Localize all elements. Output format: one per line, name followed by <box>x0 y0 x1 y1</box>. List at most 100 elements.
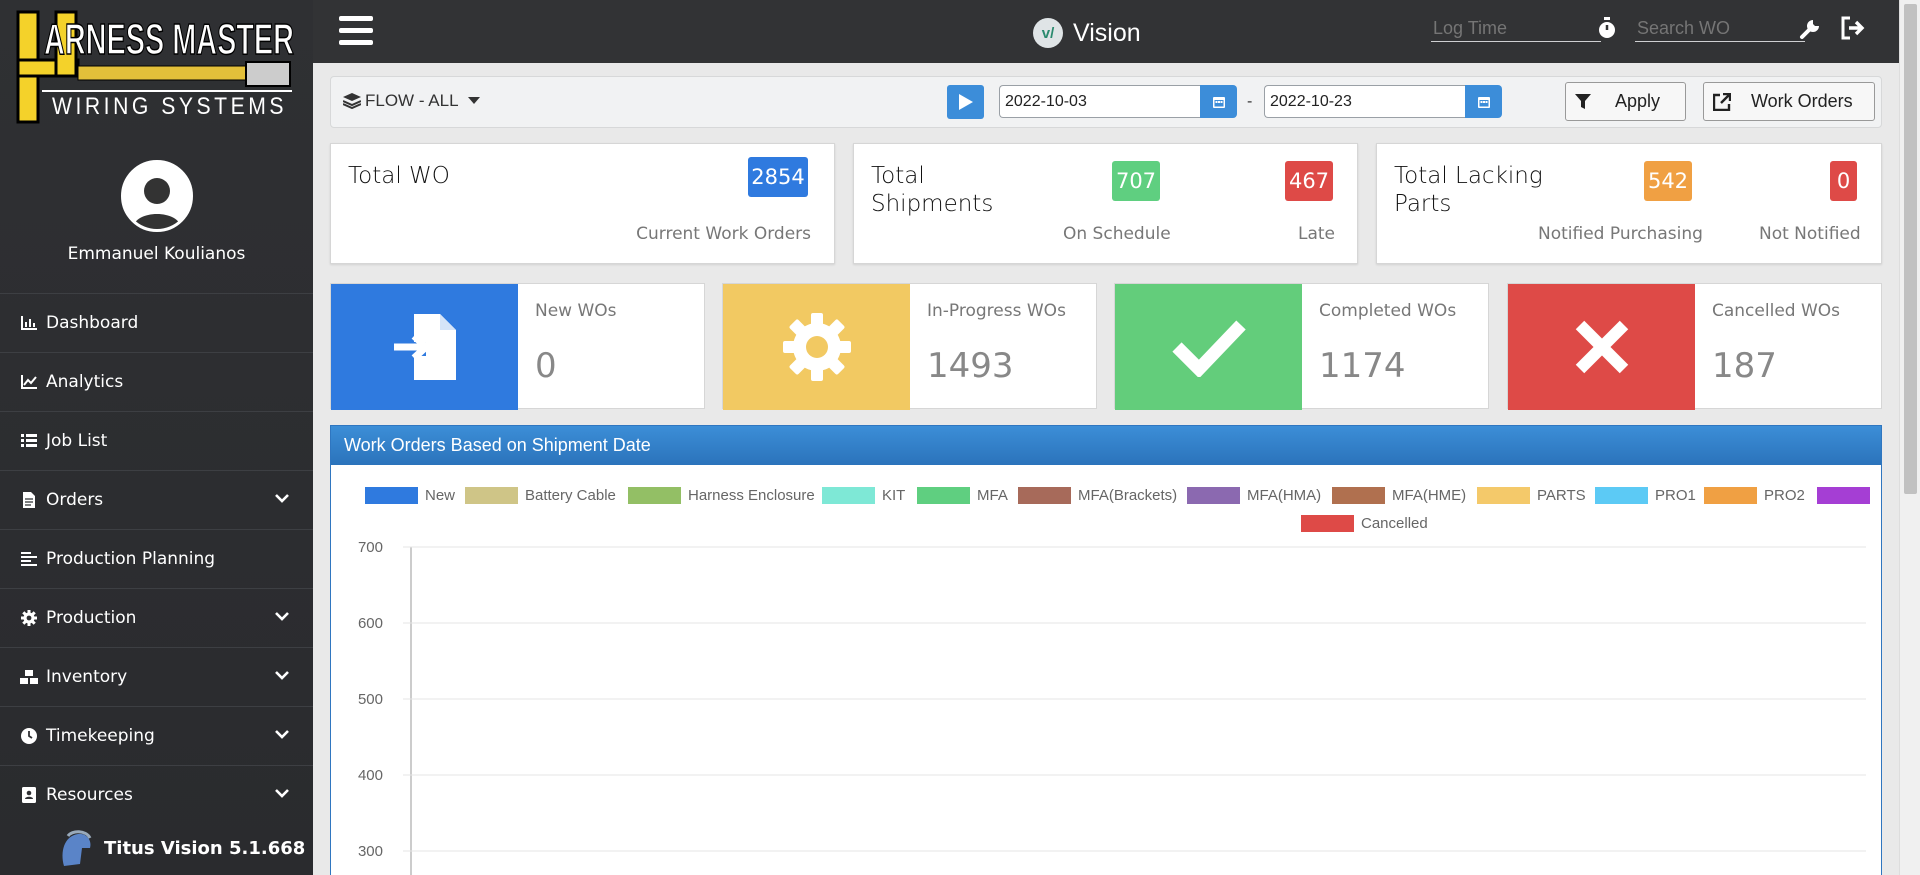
avatar[interactable] <box>120 160 193 232</box>
sidebar-item-label: Analytics <box>46 372 124 392</box>
sidebar-item-label: Orders <box>46 490 104 510</box>
y-tick-label: 600 <box>358 615 383 632</box>
boxes-icon <box>20 668 38 686</box>
late-label: Late <box>1298 224 1336 244</box>
layers-icon <box>343 93 361 109</box>
end-date-picker <box>1264 85 1502 118</box>
top-navbar: v/ Vision <box>313 0 1899 63</box>
user-profile: Emmanuel Koulianos <box>0 160 313 264</box>
wrench-icon[interactable] <box>1797 14 1825 42</box>
sidebar-item-production[interactable]: Production <box>0 588 313 647</box>
lacking-parts-card[interactable]: Total Lacking Parts 542 Notified Purchasi… <box>1376 143 1882 264</box>
chevron-down-icon <box>275 494 289 503</box>
stopwatch-icon[interactable] <box>1593 14 1621 42</box>
tile-value: 1174 <box>1319 346 1406 386</box>
work-orders-chart-panel: Work Orders Based on Shipment Date New Ba… <box>330 425 1882 875</box>
chevron-down-icon <box>275 730 289 739</box>
app-version: Titus Vision 5.1.668 <box>0 822 313 875</box>
cog-icon <box>723 284 910 410</box>
chart-area: 700 600 500 400 300 <box>358 539 1866 875</box>
sidebar-item-production-planning[interactable]: Production Planning <box>0 529 313 588</box>
address-book-icon <box>20 786 38 804</box>
app-brand: v/ Vision <box>1033 18 1141 48</box>
chart-bar-icon <box>20 314 38 332</box>
notified-purchasing-badge: 542 <box>1644 161 1692 201</box>
log-time-input[interactable] <box>1431 16 1601 42</box>
sidebar-item-label: Production Planning <box>46 549 216 569</box>
tile-value: 187 <box>1712 346 1777 386</box>
y-tick-label: 500 <box>358 691 383 708</box>
end-date-input[interactable] <box>1264 85 1465 118</box>
flow-dropdown[interactable]: FLOW - ALL <box>343 91 480 111</box>
search-wo-input[interactable] <box>1635 16 1805 42</box>
sidebar-item-dashboard[interactable]: Dashboard <box>0 293 313 352</box>
card-title: Total Lacking Parts <box>1394 163 1543 217</box>
harness-master-logo[interactable]: ARNESS MASTER WIRING SYSTEMS <box>16 10 296 125</box>
card-subtitle: Current Work Orders <box>636 224 811 244</box>
svg-text:WIRING SYSTEMS: WIRING SYSTEMS <box>52 93 287 120</box>
calendar-icon[interactable] <box>1200 85 1237 118</box>
hamburger-menu-button[interactable] <box>339 16 373 46</box>
card-title: Total WO <box>348 163 450 189</box>
start-date-picker <box>999 85 1237 118</box>
sidebar-nav: Dashboard Analytics Job List Orders Prod… <box>0 293 313 824</box>
total-wo-badge: 2854 <box>748 157 808 197</box>
date-separator: - <box>1247 93 1253 110</box>
file-icon <box>20 491 38 509</box>
sidebar-item-label: Production <box>46 608 137 628</box>
total-wo-card[interactable]: Total WO 2854 Current Work Orders <box>330 143 835 264</box>
sidebar-item-analytics[interactable]: Analytics <box>0 352 313 411</box>
tile-label: Completed WOs <box>1319 301 1457 321</box>
tile-label: In-Progress WOs <box>927 301 1066 321</box>
play-button[interactable] <box>947 85 984 119</box>
check-icon <box>1115 284 1302 410</box>
filter-bar: FLOW - ALL - Apply Work Orders <box>330 76 1882 128</box>
apply-button[interactable]: Apply <box>1565 82 1686 121</box>
scrollbar-thumb[interactable] <box>1904 4 1917 494</box>
sidebar-item-resources[interactable]: Resources <box>0 765 313 824</box>
vision-logo-icon: v/ <box>1033 18 1063 48</box>
calendar-icon[interactable] <box>1465 85 1502 118</box>
chevron-down-icon <box>275 671 289 680</box>
filter-icon <box>1575 93 1591 109</box>
sidebar: ARNESS MASTER WIRING SYSTEMS Emmanuel Ko… <box>0 0 313 875</box>
y-tick-label: 400 <box>358 767 383 784</box>
chevron-down-icon <box>275 789 289 798</box>
y-tick-label: 700 <box>358 539 383 556</box>
sidebar-item-label: Job List <box>46 431 108 451</box>
chevron-down-icon <box>275 612 289 621</box>
caret-down-icon <box>467 97 480 104</box>
sidebar-item-label: Timekeeping <box>46 726 155 746</box>
page-scrollbar[interactable] <box>1899 0 1920 875</box>
completed-wos-tile[interactable]: Completed WOs 1174 <box>1114 283 1489 410</box>
user-avatar-icon <box>132 178 181 229</box>
cancelled-wos-tile[interactable]: Cancelled WOs 187 <box>1507 283 1882 410</box>
notified-purchasing-label: Notified Purchasing <box>1538 224 1703 244</box>
user-name: Emmanuel Koulianos <box>67 244 246 264</box>
sidebar-item-job-list[interactable]: Job List <box>0 411 313 470</box>
app-title: Vision <box>1073 18 1141 47</box>
tile-value: 1493 <box>927 346 1014 386</box>
logout-icon[interactable] <box>1839 14 1867 42</box>
late-badge: 467 <box>1285 161 1333 201</box>
play-icon <box>958 94 973 110</box>
cog-icon <box>20 609 38 627</box>
tile-label: New WOs <box>535 301 617 321</box>
list-icon <box>20 432 38 450</box>
new-wos-tile[interactable]: New WOs 0 <box>330 283 705 410</box>
svg-text:ARNESS MASTER: ARNESS MASTER <box>44 15 294 64</box>
on-schedule-label: On Schedule <box>1063 224 1171 244</box>
tile-label: Cancelled WOs <box>1712 301 1841 321</box>
sidebar-item-label: Dashboard <box>46 313 139 333</box>
chart-line-icon <box>20 373 38 391</box>
work-orders-button[interactable]: Work Orders <box>1703 82 1875 121</box>
card-title: Total Shipments <box>871 163 994 217</box>
total-shipments-card[interactable]: Total Shipments 707 On Schedule 467 Late <box>853 143 1358 264</box>
in-progress-wos-tile[interactable]: In-Progress WOs 1493 <box>722 283 1097 410</box>
start-date-input[interactable] <box>999 85 1200 118</box>
y-tick-label: 300 <box>358 843 383 860</box>
sidebar-item-orders[interactable]: Orders <box>0 470 313 529</box>
times-icon <box>1508 284 1695 410</box>
sidebar-item-inventory[interactable]: Inventory <box>0 647 313 706</box>
sidebar-item-timekeeping[interactable]: Timekeeping <box>0 706 313 765</box>
